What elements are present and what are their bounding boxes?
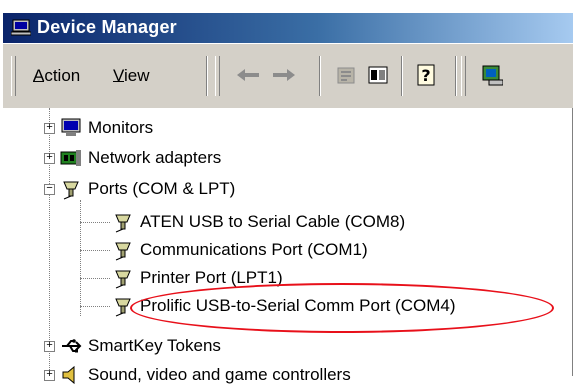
tree-item-sound-video[interactable]: Sound, video and game controllers [60,362,351,388]
tree-item-communications-port[interactable]: Communications Port (COM1) [112,237,368,263]
tree-item-smartkey-tokens[interactable]: SmartKey Tokens [60,333,221,359]
port-icon [112,239,134,261]
tree-item-label: Monitors [88,118,154,137]
port-icon [60,178,82,200]
toolbar: ActionAction ViewView ? [3,44,573,109]
toolbar-separator [206,56,208,96]
toolbar-separator-4 [455,56,457,96]
pane-border [572,108,573,376]
tree-item-label: Network adapters [88,148,222,167]
tree-connector-h [80,278,110,279]
window-title: Device Manager [37,17,177,37]
port-icon [112,267,134,289]
toolbar-grip-3[interactable] [461,56,466,96]
scan-hardware-icon[interactable] [479,62,505,88]
back-arrow-icon[interactable] [235,62,261,88]
tree-connector-h [80,222,110,223]
menu-view[interactable]: ViewView [113,66,150,86]
computer-icon [10,19,32,36]
forward-arrow-icon[interactable] [271,62,297,88]
tree-connector-h [80,250,110,251]
tree-item-network-adapters[interactable]: Network adapters [60,145,221,171]
help-icon[interactable]: ? [413,62,439,88]
collapse-ports[interactable]: − [44,184,55,195]
tree-item-label: Communications Port (COM1) [140,240,368,259]
monitor-icon [60,117,82,139]
tree-item-label: Sound, video and game controllers [88,365,351,384]
expand-network-adapters[interactable]: + [44,153,55,164]
toolbar-grip[interactable] [11,56,16,96]
network-adapter-icon [60,147,82,169]
toolbar-grip-2[interactable] [215,56,220,96]
tree-item-monitors[interactable]: Monitors [60,115,153,141]
tree-connector [49,108,50,376]
menu-action[interactable]: ActionAction [33,66,81,86]
tree-item-ports[interactable]: Ports (COM & LPT) [60,176,235,202]
expand-monitors[interactable]: + [44,123,55,134]
properties-icon[interactable] [333,62,359,88]
sound-icon [60,364,82,386]
title-bar[interactable]: Device Manager [3,13,573,43]
toolbar-separator-3 [401,56,403,96]
tree-connector-child [80,200,81,316]
tree-item-label: ATEN USB to Serial Cable (COM8) [140,212,406,231]
tree-item-aten-usb-serial[interactable]: ATEN USB to Serial Cable (COM8) [112,209,405,235]
port-icon [112,211,134,233]
svg-text:?: ? [421,66,430,85]
expand-smartkey-tokens[interactable]: + [44,341,55,352]
view-toggle-icon[interactable] [365,62,391,88]
highlight-ellipse [130,283,554,333]
tree-item-label: Ports (COM & LPT) [88,179,236,198]
toolbar-separator-2 [319,56,321,96]
tree-item-label: SmartKey Tokens [88,336,221,355]
usb-icon [60,335,82,357]
device-manager-window: Device Manager ActionAction ViewView ? [0,0,576,385]
tree-connector-h [80,306,110,307]
